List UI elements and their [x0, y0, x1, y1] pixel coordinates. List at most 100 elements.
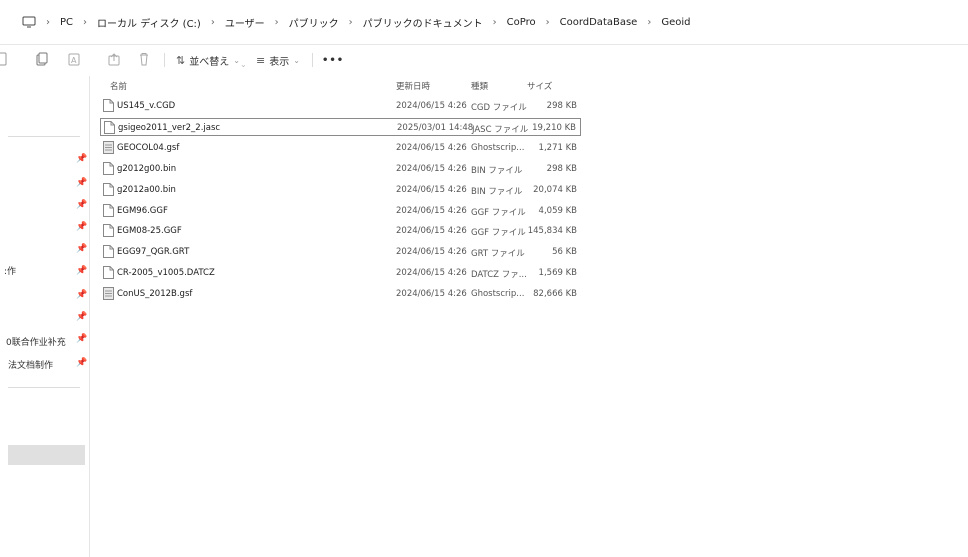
file-size: 145,834 KB: [527, 226, 577, 237]
file-row[interactable]: EGM08-25.GGF 2024/06/15 4:26 GGF ファイル 145,8…: [100, 222, 581, 240]
file-type: BIN ファイル: [471, 186, 523, 197]
breadcrumb-separator[interactable]: ›: [487, 17, 503, 28]
copy-icon[interactable]: [34, 51, 50, 67]
cut-icon[interactable]: [0, 51, 10, 67]
breadcrumb-copro[interactable]: CoPro: [503, 17, 540, 28]
delete-icon[interactable]: [136, 51, 152, 67]
file-date: 2024/06/15 4:26: [396, 247, 467, 258]
sidebar-divider: [8, 136, 80, 137]
column-header-size[interactable]: サイズ: [527, 80, 552, 92]
file-date: 2024/06/15 4:26: [396, 289, 467, 300]
pin-icon[interactable]: 📌: [76, 266, 87, 276]
file-size: 298 KB: [546, 101, 577, 111]
document-icon: [103, 140, 114, 157]
sidebar-item-label[interactable]: :作: [4, 264, 16, 277]
file-icon: [104, 120, 115, 137]
pin-icon[interactable]: 📌: [76, 244, 87, 254]
breadcrumb-local-disk[interactable]: ローカル ディスク (C:): [93, 15, 205, 30]
pin-icon[interactable]: 📌: [76, 312, 87, 322]
navigation-pane: 📌 📌 📌 📌 📌 :作 📌 📌 📌 0联合作业补充 📌 法文档制作 📌: [0, 76, 90, 557]
view-lines-icon: ≡: [256, 53, 266, 67]
column-header-date[interactable]: 更新日時: [396, 80, 430, 92]
file-icon: [103, 224, 114, 240]
file-row[interactable]: GEOCOL04.gsf 2024/06/15 4:26 Ghostscrip...…: [100, 139, 581, 157]
file-type: BIN ファイル: [471, 165, 523, 176]
file-size: 19,210 KB: [532, 122, 576, 133]
file-name: ConUS_2012B.gsf: [117, 289, 193, 300]
file-name: EGM96.GGF: [117, 205, 168, 216]
file-date: 2024/06/15 4:26: [396, 205, 467, 216]
more-options-button[interactable]: •••: [322, 51, 344, 69]
file-date: 2024/06/15 4:26: [396, 184, 467, 195]
file-name: GEOCOL04.gsf: [117, 142, 180, 153]
sort-button[interactable]: ⇅ 並べ替え ⌄: [176, 51, 240, 69]
file-type: GRT ファイル: [471, 249, 525, 260]
file-icon: [103, 245, 114, 261]
breadcrumb-separator[interactable]: ›: [540, 17, 556, 28]
file-type: CGD ファイル: [471, 103, 527, 113]
breadcrumb-separator[interactable]: ›: [77, 17, 93, 28]
toolbar-divider: [164, 53, 165, 67]
sidebar-item-label[interactable]: 0联合作业补充: [6, 335, 66, 348]
column-header-name[interactable]: 名前: [110, 80, 127, 92]
sidebar-item-selected[interactable]: [8, 445, 85, 465]
file-type: DATCZ ファ...: [471, 270, 527, 281]
sort-label: 並べ替え: [189, 56, 230, 68]
pin-icon[interactable]: 📌: [76, 200, 87, 210]
breadcrumb-coorddatabase[interactable]: CoordDataBase: [556, 17, 642, 28]
breadcrumb-users[interactable]: ユーザー: [221, 15, 269, 30]
file-type: JASC ファイル: [472, 124, 529, 135]
file-date: 2025/03/01 14:48: [397, 122, 474, 133]
pin-icon[interactable]: 📌: [76, 222, 87, 232]
document-icon: [103, 287, 114, 303]
file-row[interactable]: g2012g00.bin 2024/06/15 4:26 BIN ファイル 298 K…: [100, 160, 581, 178]
monitor-icon[interactable]: [22, 16, 36, 28]
file-icon: [103, 203, 114, 220]
file-row[interactable]: EGM96.GGF 2024/06/15 4:26 GGF ファイル 4,059 KB: [100, 202, 581, 220]
file-date: 2024/06/15 4:26: [396, 163, 467, 174]
file-type: GGF ファイル: [471, 207, 526, 218]
breadcrumb-geoid[interactable]: Geoid: [657, 17, 694, 28]
breadcrumb-pc[interactable]: PC: [56, 17, 77, 28]
pin-icon[interactable]: 📌: [76, 334, 87, 344]
file-icon: [103, 182, 114, 199]
share-icon[interactable]: [106, 51, 122, 67]
breadcrumb-public[interactable]: パブリック: [285, 15, 343, 30]
file-name: g2012g00.bin: [117, 163, 177, 174]
pin-icon[interactable]: 📌: [76, 178, 87, 188]
address-bar[interactable]: › PC › ローカル ディスク (C:) › ユーザー › パブリック › パ…: [0, 0, 968, 45]
pin-icon[interactable]: 📌: [76, 358, 87, 368]
file-date: 2024/06/15 4:26: [396, 142, 467, 153]
file-name: EGG97_QGR.GRT: [117, 247, 190, 258]
file-row[interactable]: CR-2005_v1005.DATCZ 2024/06/15 4:26 DATCZ …: [100, 264, 581, 282]
file-name: CR-2005_v1005.DATCZ: [117, 268, 215, 279]
file-row[interactable]: g2012a00.bin 2024/06/15 4:26 BIN ファイル 20,07…: [100, 181, 581, 199]
file-size: 1,271 KB: [538, 142, 577, 153]
breadcrumb-public-documents[interactable]: パブリックのドキュメント: [359, 15, 487, 30]
file-icon: [103, 266, 114, 282]
file-date: 2024/06/15 4:26: [396, 101, 467, 111]
breadcrumb-separator[interactable]: ›: [269, 17, 285, 28]
breadcrumb-separator[interactable]: ›: [343, 17, 359, 28]
file-row[interactable]: ConUS_2012B.gsf 2024/06/15 4:26 Ghostscrip…: [100, 285, 581, 303]
paste-icon[interactable]: A: [66, 51, 82, 67]
chevron-down-icon: ⌄: [293, 55, 300, 65]
pin-icon[interactable]: 📌: [76, 290, 87, 300]
file-name: EGM08-25.GGF: [117, 226, 182, 237]
file-row[interactable]: gsigeo2011_ver2_2.jasc 2025/03/01 14:48 JA…: [100, 117, 581, 137]
view-button[interactable]: ≡ 表示 ⌄: [256, 51, 300, 69]
file-row[interactable]: EGG97_QGR.GRT 2024/06/15 4:26 GRT ファイル 56 K…: [100, 243, 581, 261]
sidebar-item-label[interactable]: 法文档制作: [8, 358, 53, 371]
breadcrumb-separator[interactable]: ›: [205, 17, 221, 28]
file-date: 2024/06/15 4:26: [396, 226, 467, 237]
svg-text:A: A: [71, 56, 77, 65]
breadcrumb-separator[interactable]: ›: [40, 17, 56, 28]
file-row[interactable]: US145_v.CGD 2024/06/15 4:26 CGD ファイル 298 KB: [100, 97, 581, 115]
chevron-down-icon: ⌄: [233, 55, 240, 65]
file-name: US145_v.CGD: [117, 101, 176, 111]
file-size: 4,059 KB: [538, 205, 577, 216]
breadcrumb-separator[interactable]: ›: [641, 17, 657, 28]
column-header-type[interactable]: 種類: [471, 80, 488, 92]
file-type: Ghostscrip...: [471, 289, 525, 300]
pin-icon[interactable]: 📌: [76, 154, 87, 164]
